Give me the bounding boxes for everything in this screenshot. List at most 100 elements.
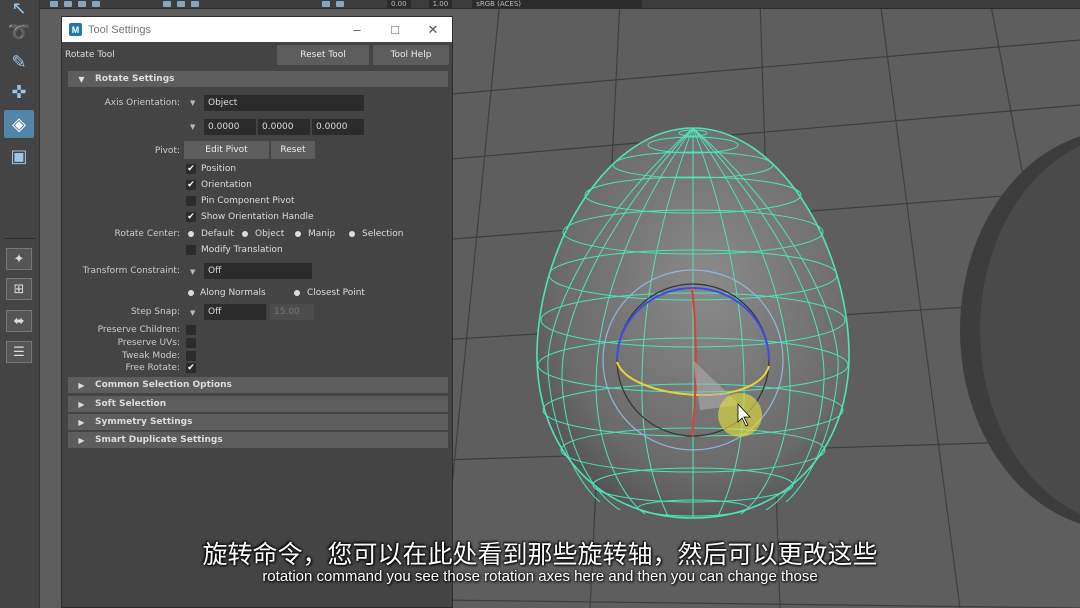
preserve-children-checkbox[interactable] (186, 325, 196, 335)
gamma-field[interactable]: 1.00 (428, 0, 453, 8)
rotate-settings-header[interactable]: ▼ Rotate Settings (68, 71, 448, 87)
lasso-tool-icon[interactable]: ➰ (4, 18, 34, 46)
rotate-center-selection-radio[interactable] (349, 231, 355, 237)
common-selection-options-header[interactable]: ▶ Common Selection Options (68, 377, 448, 393)
colorspace-dropdown[interactable]: sRGB (ACES) (472, 0, 643, 8)
step-snap-dropdown[interactable]: Off (204, 304, 266, 320)
position-label: Position (201, 164, 237, 174)
expand-down-icon: ▼ (78, 74, 85, 84)
preserve-uvs-checkbox[interactable] (186, 338, 196, 348)
rotate-center-option: Manip (308, 229, 336, 239)
toolbox-divider (4, 238, 36, 239)
free-rotate-checkbox[interactable]: ✔ (186, 363, 196, 373)
dropdown-arrow-icon[interactable]: ▼ (190, 268, 195, 276)
outliner-layout-icon[interactable]: ☰ (6, 341, 32, 363)
dropdown-arrow-icon[interactable]: ▼ (190, 309, 195, 317)
window-titlebar[interactable]: M Tool Settings – □ ✕ (62, 17, 452, 42)
axis-z-field[interactable]: 0.0000 (312, 119, 364, 135)
free-rotate-label: Free Rotate: (125, 363, 180, 373)
top-toolbar: 0.00 1.00 sRGB (ACES) (0, 0, 1080, 9)
section-title: Soft Selection (95, 399, 167, 409)
section-title: Common Selection Options (95, 380, 232, 390)
two-view-layout-icon[interactable]: ⬌ (6, 310, 32, 332)
toolbar-icon[interactable] (322, 1, 330, 7)
dropdown-arrow-icon[interactable]: ▼ (190, 123, 195, 131)
rotate-center-manip-radio[interactable] (295, 231, 301, 237)
toolbox: ↖ ➰ ✎ ✜ ◈ ▣ ✦ ⊞ ⬌ ☰ (0, 0, 40, 608)
axis-orientation-dropdown[interactable]: Object (204, 95, 364, 111)
constraint-option: Closest Point (307, 288, 365, 298)
modify-translation-label: Modify Translation (201, 245, 283, 255)
symmetry-settings-header[interactable]: ▶ Symmetry Settings (68, 414, 448, 430)
single-view-layout-icon[interactable]: ✦ (6, 248, 32, 270)
expand-right-icon: ▶ (78, 435, 85, 445)
constraint-option: Along Normals (200, 288, 266, 298)
toolbar-icon[interactable] (92, 1, 100, 7)
tweak-mode-label: Tweak Mode: (121, 351, 180, 361)
reset-tool-button[interactable]: Reset Tool (277, 45, 369, 65)
expand-right-icon: ▶ (78, 417, 85, 427)
toolbar-icon[interactable] (78, 1, 86, 7)
closest-point-radio[interactable] (294, 290, 300, 296)
orientation-checkbox[interactable]: ✔ (186, 180, 196, 190)
axis-y-field[interactable]: 0.0000 (258, 119, 310, 135)
transform-constraint-label: Transform Constraint: (82, 266, 180, 276)
show-orientation-handle-label: Show Orientation Handle (201, 212, 314, 222)
along-normals-radio[interactable] (188, 290, 194, 296)
tool-header: Rotate Tool Reset Tool Tool Help (62, 42, 452, 68)
subtitle-chinese: 旋转命令，您可以在此处看到那些旋转轴，然后可以更改这些 (202, 540, 878, 569)
paint-select-icon[interactable]: ✎ (4, 48, 34, 76)
toolbar-icon[interactable] (191, 1, 199, 7)
tool-settings-window: M Tool Settings – □ ✕ Rotate Tool Reset … (61, 16, 453, 608)
axis-x-field[interactable]: 0.0000 (204, 119, 256, 135)
step-snap-label: Step Snap: (130, 307, 180, 317)
orientation-label: Orientation (201, 180, 252, 190)
window-title: Tool Settings (88, 23, 151, 36)
step-snap-amount-field[interactable]: 15.00 (270, 304, 314, 320)
position-checkbox[interactable]: ✔ (186, 164, 196, 174)
soft-selection-header[interactable]: ▶ Soft Selection (68, 396, 448, 412)
rotate-center-option: Object (255, 229, 285, 239)
show-orientation-handle-checkbox[interactable]: ✔ (186, 212, 196, 222)
rotate-center-object-radio[interactable] (242, 231, 248, 237)
four-view-layout-icon[interactable]: ⊞ (6, 278, 32, 300)
section-title: Smart Duplicate Settings (95, 435, 223, 445)
pin-component-pivot-label: Pin Component Pivot (201, 196, 295, 206)
rotate-settings-title: Rotate Settings (95, 74, 175, 84)
axis-orientation-label: Axis Orientation: (104, 98, 180, 108)
smart-duplicate-settings-header[interactable]: ▶ Smart Duplicate Settings (68, 432, 448, 448)
move-tool-icon[interactable]: ✜ (4, 78, 34, 106)
dropdown-arrow-icon[interactable]: ▼ (190, 99, 195, 107)
subtitle-english: rotation command you see those rotation … (262, 568, 818, 585)
rotate-tool-icon[interactable]: ◈ (4, 110, 34, 138)
edit-pivot-button[interactable]: Edit Pivot (184, 141, 269, 159)
exposure-field[interactable]: 0.00 (387, 0, 411, 8)
pivot-reset-button[interactable]: Reset (271, 141, 315, 159)
tool-help-button[interactable]: Tool Help (373, 45, 449, 65)
modify-translation-checkbox[interactable] (186, 245, 196, 255)
rotate-center-default-radio[interactable] (188, 231, 194, 237)
expand-right-icon: ▶ (78, 380, 85, 390)
rotate-center-option: Selection (362, 229, 404, 239)
rotate-center-option: Default (201, 229, 234, 239)
scale-tool-icon[interactable]: ▣ (4, 142, 34, 170)
pin-component-pivot-checkbox[interactable] (186, 196, 196, 206)
preserve-children-label: Preserve Children: (97, 325, 180, 335)
toolbar-icon[interactable] (50, 1, 58, 7)
close-icon[interactable]: ✕ (414, 22, 452, 38)
expand-right-icon: ▶ (78, 399, 85, 409)
toolbar-icon[interactable] (163, 1, 171, 7)
maya-logo-icon: M (69, 23, 82, 36)
maximize-icon[interactable]: □ (376, 22, 414, 37)
toolbar-icon[interactable] (64, 1, 72, 7)
toolbar-icon[interactable] (177, 1, 185, 7)
pivot-label: Pivot: (154, 146, 180, 156)
preserve-uvs-label: Preserve UVs: (117, 338, 180, 348)
tool-name: Rotate Tool (65, 50, 115, 60)
minimize-icon[interactable]: – (338, 22, 376, 37)
section-title: Symmetry Settings (95, 417, 193, 427)
tweak-mode-checkbox[interactable] (186, 351, 196, 361)
rotate-center-label: Rotate Center: (114, 229, 181, 239)
transform-constraint-dropdown[interactable]: Off (204, 263, 312, 279)
toolbar-icon[interactable] (336, 1, 344, 7)
